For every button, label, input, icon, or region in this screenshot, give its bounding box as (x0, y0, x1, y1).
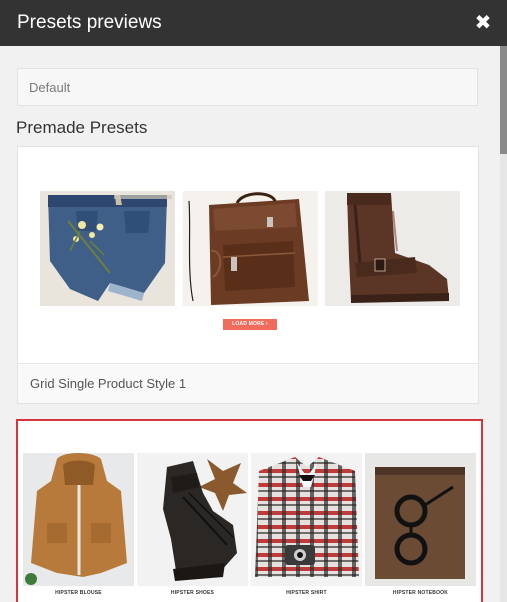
product-image-leather-backpack (183, 191, 318, 306)
product-image-hipster-notebook (365, 453, 476, 586)
product-label: HIPSTER BLOUSE (55, 590, 102, 596)
product-image-denim-shorts (40, 191, 175, 306)
preset-name: Grid Single Product Style 1 (18, 363, 478, 403)
product-image-hipster-blouse (23, 453, 134, 586)
product-image-brown-boot (325, 191, 460, 306)
product-image-hipster-shoes (137, 453, 248, 586)
load-more-button-preview: LOAD MORE › (223, 319, 277, 330)
presets-list[interactable]: Default Premade Presets LOAD MORE › Grid… (0, 46, 500, 602)
preset-card-grid-single-product-style-1[interactable]: LOAD MORE › Grid Single Product Style 1 (17, 146, 479, 404)
scrollbar[interactable] (500, 46, 507, 602)
dialog-title: Presets previews (17, 12, 162, 33)
product-label: HIPSTER NOTEBOOK (392, 590, 449, 596)
close-icon[interactable]: ✖ (471, 10, 495, 34)
scrollbar-thumb[interactable] (500, 46, 507, 154)
product-label: HIPSTER SHOES (170, 590, 215, 596)
preset-card-grid-product-style-2[interactable]: HIPSTER BLOUSE HIPSTER SHOES HIPSTER SHI… (16, 419, 483, 602)
product-label: HIPSTER SHIRT (286, 590, 327, 596)
load-more-label: LOAD MORE (232, 321, 265, 327)
default-preset[interactable]: Default (17, 68, 478, 106)
premade-presets-heading: Premade Presets (16, 118, 148, 137)
product-image-hipster-shirt (251, 453, 362, 586)
dialog-titlebar: Presets previews ✖ (0, 0, 507, 46)
